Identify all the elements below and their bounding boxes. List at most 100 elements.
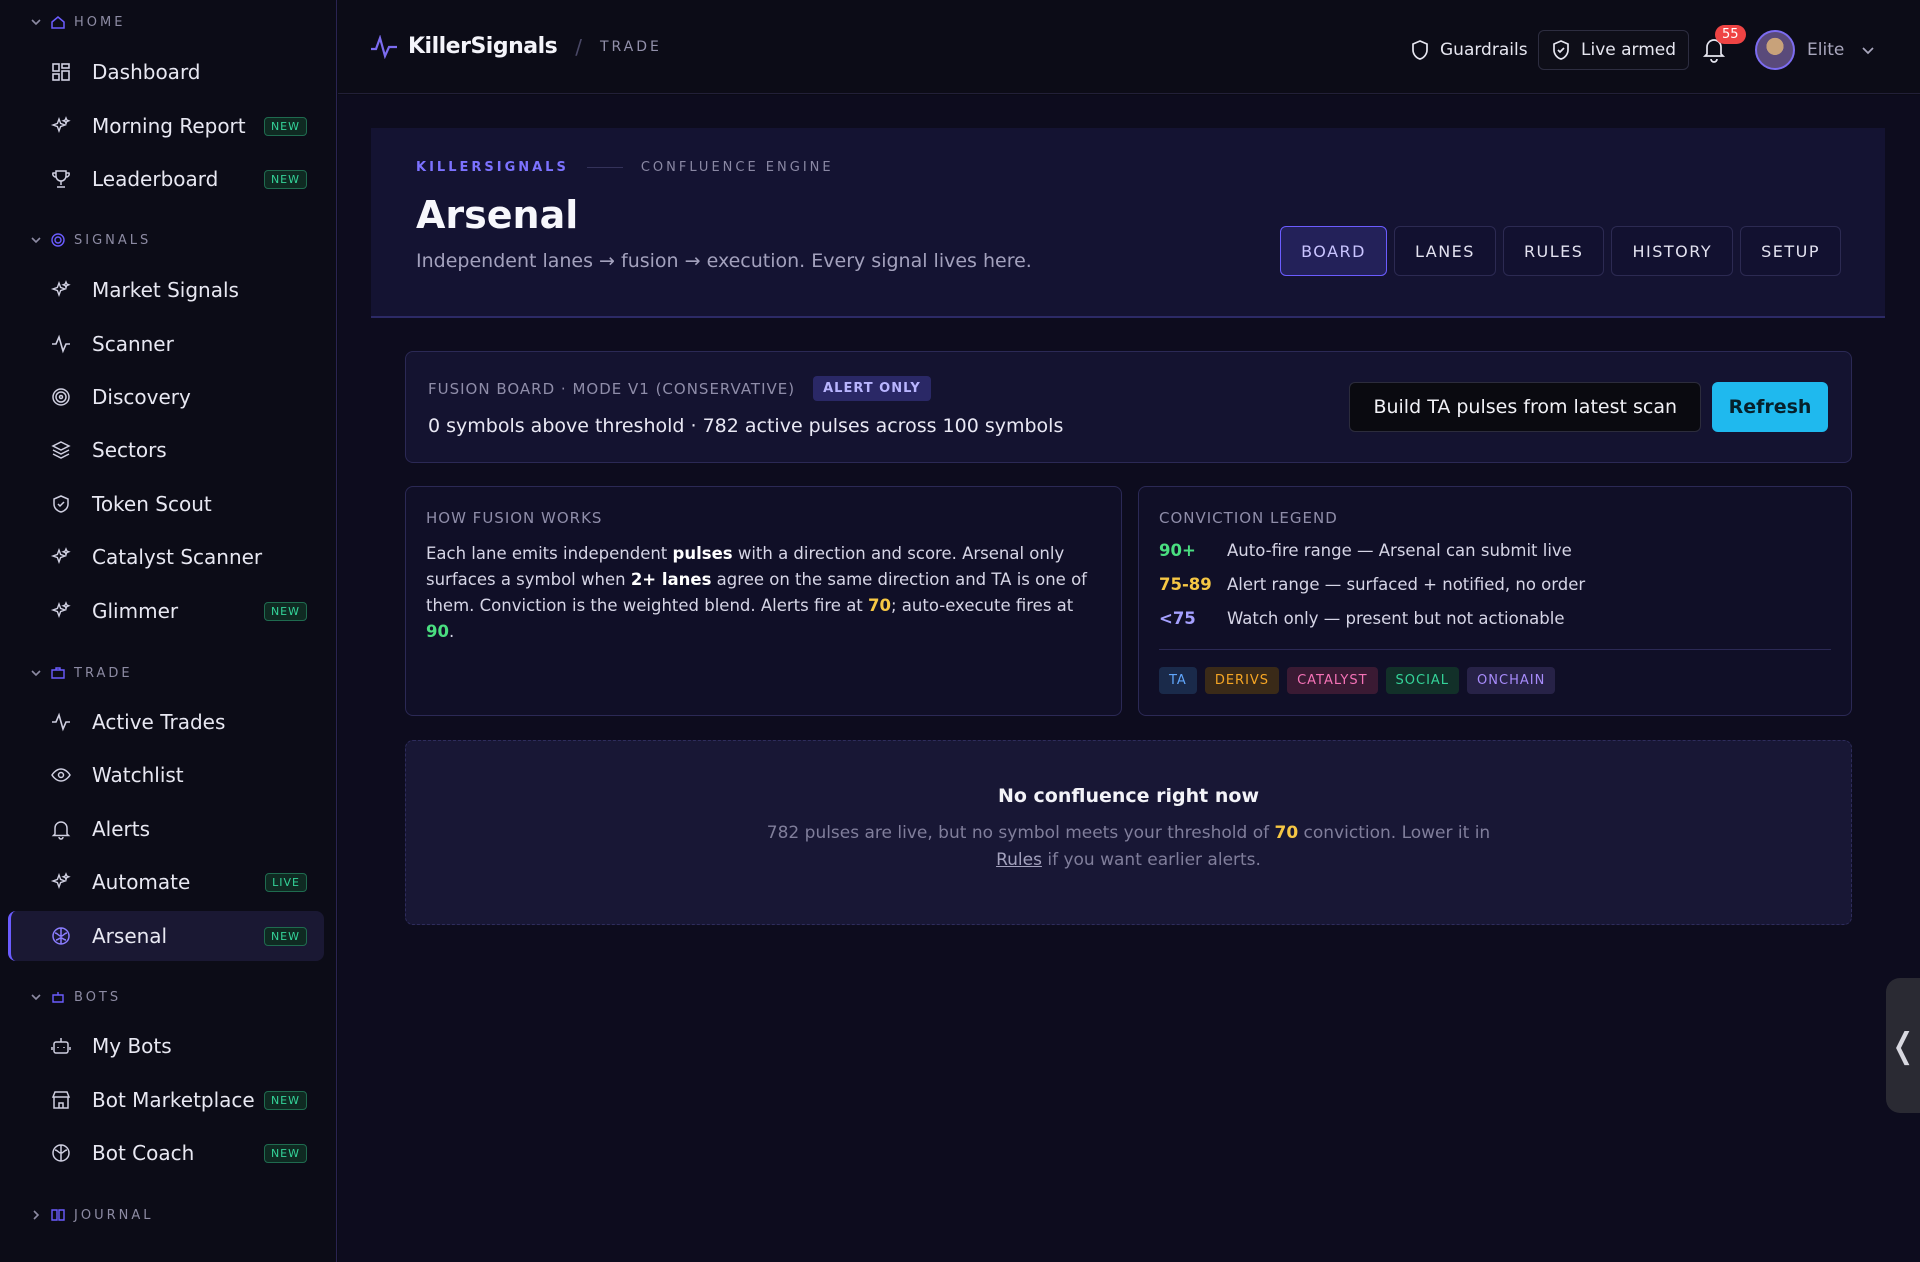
eyebrow-section: CONFLUENCE ENGINE: [640, 160, 834, 175]
chevron-down-icon: [31, 670, 41, 677]
legend-text: Watch only — present but not actionable: [1227, 609, 1565, 628]
tab-history[interactable]: HISTORY: [1611, 226, 1734, 276]
alert-threshold-value: 70: [868, 596, 891, 615]
how-fusion-works-text: Each lane emits independent pulses with …: [426, 541, 1106, 645]
empty-state-title: No confluence right now: [997, 785, 1260, 807]
text-emphasis: pulses: [672, 544, 733, 563]
pulse-logo-icon: [371, 34, 397, 59]
sidebar-item-label: Catalyst Scanner: [92, 545, 263, 569]
sidebar-item-label: Scanner: [92, 332, 174, 356]
tab-bar: BOARD LANES RULES HISTORY SETUP: [1280, 226, 1841, 276]
side-panel-handle[interactable]: ❬: [1886, 978, 1920, 1113]
empty-state: No confluence right now 782 pulses are l…: [405, 740, 1852, 925]
sidebar-item-bot-marketplace[interactable]: Bot Marketplace NEW: [8, 1075, 324, 1125]
sidebar-item-market-signals[interactable]: Market Signals: [8, 265, 324, 315]
sidebar-item-token-scout[interactable]: Token Scout: [8, 479, 324, 529]
sparkle-icon: [50, 872, 71, 890]
legend-row: 90+ Auto-fire range — Arsenal can submit…: [1159, 541, 1572, 560]
sidebar-item-glimmer[interactable]: Glimmer NEW: [8, 586, 324, 636]
sparkle-icon: [50, 601, 71, 619]
rules-link[interactable]: Rules: [996, 850, 1042, 870]
chevron-down-icon: [31, 994, 41, 1001]
eyebrow-brand: KILLERSIGNALS: [416, 160, 569, 175]
eye-icon: [51, 768, 71, 782]
sidebar-item-label: Morning Report: [92, 114, 246, 138]
section-label: HOME: [74, 14, 126, 30]
sidebar-item-label: Bot Marketplace: [92, 1088, 255, 1112]
mode-badge: ALERT ONLY: [813, 376, 931, 401]
main-content: KILLERSIGNALS CONFLUENCE ENGINE Arsenal …: [338, 95, 1920, 1262]
sidebar-item-sectors[interactable]: Sectors: [8, 425, 324, 475]
sidebar-item-leaderboard[interactable]: Leaderboard NEW: [8, 154, 324, 204]
text-segment: conviction. Lower it in: [1298, 823, 1491, 843]
briefcase-icon: [51, 667, 65, 679]
section-trade[interactable]: TRADE: [30, 663, 133, 683]
breadcrumb: TRADE: [599, 38, 662, 55]
eyebrow-divider: [586, 167, 623, 168]
brand-name: KillerSignals: [408, 34, 558, 59]
sidebar-item-dashboard[interactable]: Dashboard: [8, 47, 324, 97]
build-ta-pulses-button[interactable]: Build TA pulses from latest scan: [1349, 382, 1701, 432]
legend-text: Auto-fire range — Arsenal can submit liv…: [1227, 541, 1572, 560]
how-fusion-works-card: HOW FUSION WORKS Each lane emits indepen…: [405, 486, 1122, 716]
section-bots[interactable]: BOTS: [30, 987, 121, 1007]
new-badge: NEW: [263, 170, 307, 189]
lane-chip-onchain: ONCHAIN: [1467, 667, 1556, 694]
topbar: KillerSignals / TRADE Guardrails Live ar…: [338, 0, 1920, 94]
legend-key: <75: [1159, 609, 1196, 628]
sidebar: HOME Dashboard Morning Report NEW Leader…: [0, 0, 337, 1262]
target-icon: [51, 233, 65, 247]
lane-chip-catalyst: CATALYST: [1287, 667, 1378, 694]
sidebar-item-catalyst-scanner[interactable]: Catalyst Scanner: [8, 532, 324, 582]
live-armed-button[interactable]: Live armed: [1538, 30, 1690, 70]
tab-setup[interactable]: SETUP: [1740, 226, 1841, 276]
page-title: Arsenal: [416, 193, 579, 237]
tab-lanes[interactable]: LANES: [1393, 226, 1496, 276]
live-badge: LIVE: [265, 873, 307, 892]
chevron-down-icon: [31, 19, 41, 26]
legend-text: Alert range — surfaced + notified, no or…: [1227, 575, 1586, 594]
chevron-down-icon: [31, 237, 41, 244]
refresh-button[interactable]: Refresh: [1712, 382, 1828, 432]
tab-rules[interactable]: RULES: [1502, 226, 1605, 276]
brand[interactable]: KillerSignals / TRADE: [370, 34, 662, 59]
sidebar-item-bot-coach[interactable]: Bot Coach NEW: [8, 1128, 324, 1178]
text-segment: ; auto-execute fires at: [891, 596, 1074, 615]
sidebar-item-scanner[interactable]: Scanner: [8, 319, 324, 369]
sidebar-item-alerts[interactable]: Alerts: [8, 804, 324, 854]
sidebar-item-label: Leaderboard: [92, 167, 219, 191]
sidebar-item-label: Watchlist: [92, 763, 184, 787]
new-badge: NEW: [263, 1091, 307, 1110]
sidebar-item-active-trades[interactable]: Active Trades: [8, 697, 324, 747]
guardrails-button[interactable]: Guardrails: [1398, 30, 1540, 70]
text-segment: 782 pulses are live, but no symbol meets…: [766, 823, 1275, 843]
legend-row: <75 Watch only — present but not actiona…: [1159, 609, 1565, 628]
new-badge: NEW: [263, 1144, 307, 1163]
section-journal[interactable]: JOURNAL: [30, 1205, 153, 1225]
sidebar-item-discovery[interactable]: Discovery: [8, 372, 324, 422]
sidebar-item-automate[interactable]: Automate LIVE: [8, 857, 324, 907]
brain-icon: [52, 1144, 70, 1162]
sidebar-item-label: Active Trades: [92, 710, 226, 734]
new-badge: NEW: [263, 117, 307, 136]
sidebar-item-watchlist[interactable]: Watchlist: [8, 750, 324, 800]
execute-threshold-value: 90: [426, 622, 449, 641]
sparkle-icon: [50, 280, 71, 298]
legend-row: 75-89 Alert range — surfaced + notified,…: [1159, 575, 1585, 594]
sidebar-item-morning-report[interactable]: Morning Report NEW: [8, 101, 324, 151]
new-badge: NEW: [263, 927, 307, 946]
sidebar-item-my-bots[interactable]: My Bots: [8, 1021, 324, 1071]
section-home[interactable]: HOME: [30, 12, 125, 32]
trophy-icon: [52, 170, 70, 188]
notifications-button[interactable]: 55: [1701, 25, 1746, 70]
section-signals[interactable]: SIGNALS: [30, 230, 151, 250]
sidebar-item-label: Bot Coach: [92, 1141, 195, 1165]
section-label: BOTS: [74, 989, 122, 1005]
fusion-board-panel: FUSION BOARD · MODE V1 (CONSERVATIVE) AL…: [405, 351, 1852, 463]
tab-board[interactable]: BOARD: [1280, 226, 1387, 276]
user-menu[interactable]: Elite: [1755, 30, 1876, 70]
shield-icon: [53, 495, 69, 513]
text-emphasis: 2+ lanes: [630, 570, 712, 589]
sidebar-item-arsenal[interactable]: Arsenal NEW: [8, 911, 324, 961]
legend-divider: [1159, 649, 1831, 650]
